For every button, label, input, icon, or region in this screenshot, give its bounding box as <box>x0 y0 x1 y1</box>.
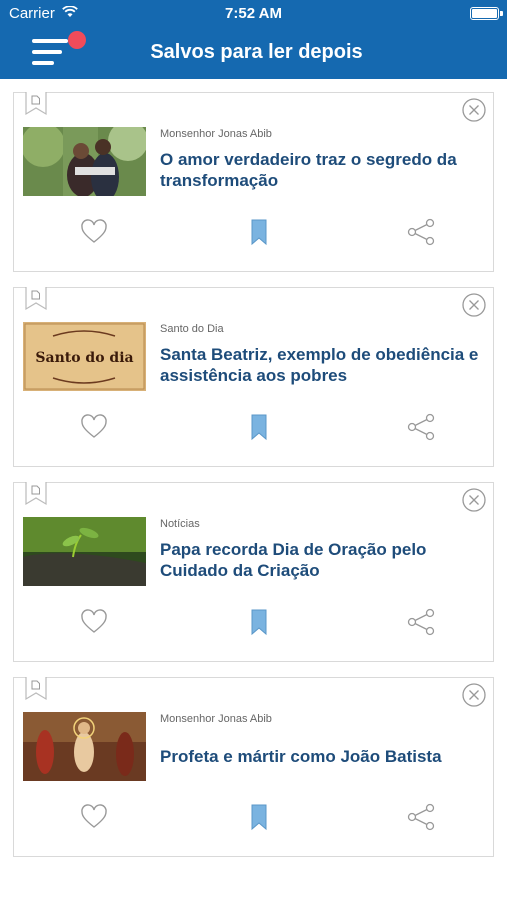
article-card[interactable]: Monsenhor Jonas Abib O amor verdadeiro t… <box>13 92 494 272</box>
article-thumbnail <box>23 517 146 586</box>
heart-icon[interactable] <box>79 802 109 832</box>
status-bar: Carrier 7:52 AM <box>0 0 507 28</box>
close-icon[interactable] <box>462 488 486 512</box>
saved-tag-icon <box>25 287 47 311</box>
share-icon[interactable] <box>406 217 436 247</box>
article-card[interactable]: Monsenhor Jonas Abib Profeta e mártir co… <box>13 677 494 857</box>
article-thumbnail <box>23 127 146 196</box>
share-icon[interactable] <box>406 802 436 832</box>
status-time: 7:52 AM <box>225 5 282 22</box>
page-title: Salvos para ler depois <box>150 41 363 63</box>
saved-tag-icon <box>25 482 47 506</box>
article-title[interactable]: O amor verdadeiro traz o segredo da tran… <box>160 149 495 191</box>
article-category: Monsenhor Jonas Abib <box>160 128 272 140</box>
article-card[interactable]: Santo do dia Santo do Dia Santa Beatriz,… <box>13 287 494 467</box>
bookmark-icon[interactable] <box>244 802 274 832</box>
article-title[interactable]: Profeta e mártir como João Batista <box>160 746 495 767</box>
bookmark-icon[interactable] <box>244 607 274 637</box>
article-category: Santo do Dia <box>160 323 224 335</box>
battery-icon <box>470 7 503 20</box>
bookmark-icon[interactable] <box>244 217 274 247</box>
thumbnail-text: Santo do dia <box>35 350 133 366</box>
app-header: Carrier 7:52 AM Salvos para ler depois <box>0 0 507 79</box>
share-icon[interactable] <box>406 607 436 637</box>
article-thumbnail <box>23 712 146 781</box>
heart-icon[interactable] <box>79 217 109 247</box>
article-category: Monsenhor Jonas Abib <box>160 713 272 725</box>
close-icon[interactable] <box>462 98 486 122</box>
article-category: Notícias <box>160 518 200 530</box>
saved-tag-icon <box>25 677 47 701</box>
saved-tag-icon <box>25 92 47 116</box>
article-card[interactable]: Notícias Papa recorda Dia de Oração pelo… <box>13 482 494 662</box>
article-title[interactable]: Santa Beatriz, exemplo de obediência e a… <box>160 344 495 386</box>
bookmark-icon[interactable] <box>244 412 274 442</box>
close-icon[interactable] <box>462 293 486 317</box>
heart-icon[interactable] <box>79 412 109 442</box>
share-icon[interactable] <box>406 412 436 442</box>
heart-icon[interactable] <box>79 607 109 637</box>
article-thumbnail: Santo do dia <box>23 322 146 391</box>
close-icon[interactable] <box>462 683 486 707</box>
article-title[interactable]: Papa recorda Dia de Oração pelo Cuidado … <box>160 539 495 581</box>
